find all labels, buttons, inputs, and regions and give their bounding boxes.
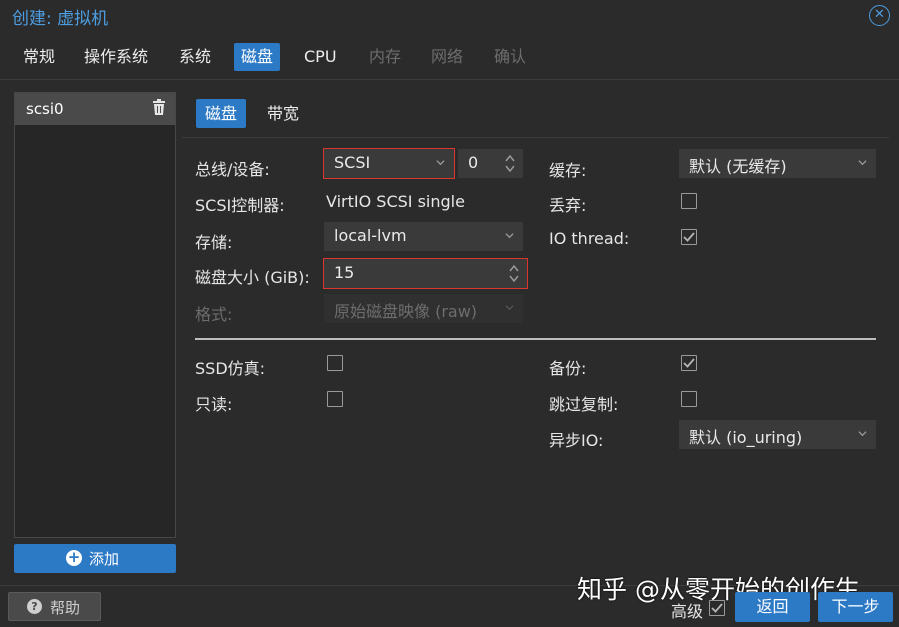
storage-label: 存储: [195,233,233,252]
format-select[interactable]: 原始磁盘映像 (raw) [324,294,523,323]
disk-size-input[interactable]: 15 [323,258,528,289]
checkmark-icon [683,358,695,368]
chevron-down-icon [436,160,445,166]
format-label: 格式: [195,305,233,324]
async-io-value: 默认 (io_uring) [689,428,803,447]
io-thread-label: IO thread: [549,229,630,248]
add-disk-label: 添加 [89,550,120,568]
disk-subtabs: 磁盘 带宽 [182,94,889,138]
disk-list-item-scsi0[interactable]: scsi0 [15,93,175,125]
discard-label: 丢弃: [549,196,587,215]
skip-replication-label: 跳过复制: [549,395,619,414]
tab-system[interactable]: 系统 [172,43,218,71]
tab-memory[interactable]: 内存 [362,43,408,71]
async-io-select[interactable]: 默认 (io_uring) [679,420,876,449]
backup-label: 备份: [549,359,587,378]
tab-disks[interactable]: 磁盘 [234,43,281,71]
window-title: 创建: 虚拟机 [12,9,109,29]
chevron-down-icon [858,431,867,437]
storage-select[interactable]: local-lvm [324,222,523,251]
device-number-value: 0 [468,153,479,172]
tab-os[interactable]: 操作系统 [77,43,155,71]
next-button[interactable]: 下一步 [818,592,893,622]
section-divider [195,338,876,340]
subtab-bandwidth[interactable]: 带宽 [258,99,308,128]
plus-circle-icon: + [66,548,82,566]
help-button[interactable]: ? 帮助 [8,592,101,621]
spin-up-icon[interactable] [505,155,515,162]
bus-select[interactable]: SCSI [323,148,455,179]
trash-icon[interactable] [152,99,166,119]
tab-cpu[interactable]: CPU [297,43,344,71]
chevron-down-icon [505,233,514,239]
format-value: 原始磁盘映像 (raw) [334,302,478,321]
async-io-label: 异步IO: [549,431,604,450]
scsi-controller-value: VirtIO SCSI single [326,192,465,211]
disk-size-label: 磁盘大小 (GiB): [195,268,310,287]
back-button[interactable]: 返回 [735,592,810,622]
io-thread-checkbox[interactable] [681,229,697,245]
bus-value: SCSI [334,153,371,172]
close-icon[interactable]: ✕ [869,5,890,26]
question-icon: ? [27,599,42,614]
cache-select[interactable]: 默认 (无缓存) [679,149,876,178]
skip-replication-checkbox[interactable] [681,391,697,407]
bus-device-label: 总线/设备: [195,160,270,179]
storage-value: local-lvm [334,226,407,245]
add-disk-button[interactable]: + 添加 [14,544,176,573]
spin-up-icon[interactable] [509,265,519,272]
spin-down-icon[interactable] [505,165,515,172]
backup-checkbox[interactable] [681,355,697,371]
device-number-spinner[interactable]: 0 [458,149,523,178]
cache-label: 缓存: [549,161,587,180]
ssd-label: SSD仿真: [195,359,266,378]
cache-value: 默认 (无缓存) [689,157,787,176]
readonly-checkbox[interactable] [327,391,343,407]
tab-confirm[interactable]: 确认 [487,43,533,71]
title-bar: 创建: 虚拟机 ✕ [0,0,899,34]
wizard-tabs: 常规 操作系统 系统 磁盘 CPU 内存 网络 确认 [0,40,899,80]
disk-list: scsi0 [14,92,176,538]
chevron-down-icon [858,160,867,166]
advanced-checkbox[interactable] [709,600,725,616]
advanced-label: 高级 [671,602,704,621]
checkmark-icon [711,603,723,613]
discard-checkbox[interactable] [681,193,697,209]
chevron-down-icon [505,305,514,311]
scsi-controller-label: SCSI控制器: [195,196,285,215]
readonly-label: 只读: [195,395,233,414]
checkmark-icon [683,232,695,242]
ssd-checkbox[interactable] [327,355,343,371]
help-label: 帮助 [50,599,81,617]
tab-network[interactable]: 网络 [424,43,470,71]
disk-item-label: scsi0 [26,100,64,118]
spin-down-icon[interactable] [509,275,519,282]
subtab-disk[interactable]: 磁盘 [196,99,247,128]
disk-size-value: 15 [334,263,355,282]
tab-general[interactable]: 常规 [16,43,62,71]
